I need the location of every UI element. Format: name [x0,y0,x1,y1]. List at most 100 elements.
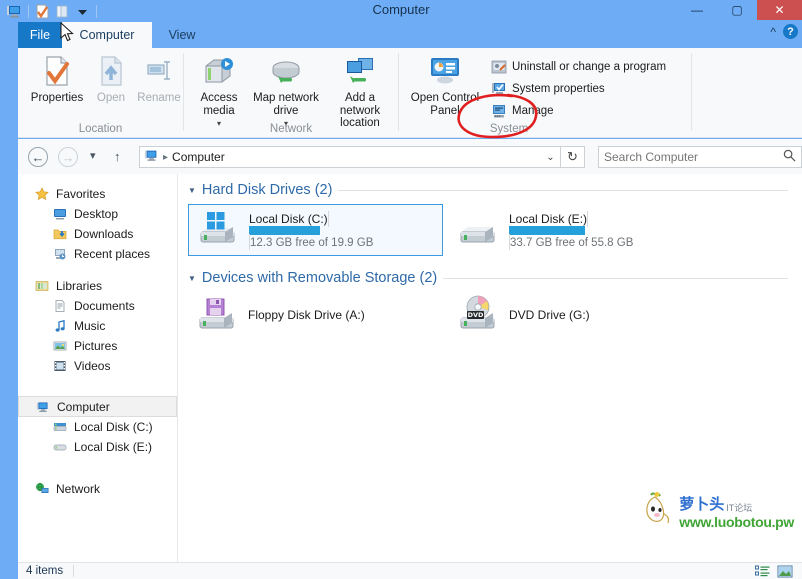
sidebar-item-documents[interactable]: Documents [18,296,177,316]
manage-label: Manage [512,105,554,117]
star-icon [34,186,50,202]
up-button[interactable]: ↑ [114,149,121,164]
sidebar-item-videos[interactable]: Videos [18,356,177,376]
sidebar-item-music[interactable]: Music [18,316,177,336]
sidebar-label: Desktop [74,207,119,221]
map-network-drive-button[interactable]: Map network drive ▾ [250,53,322,131]
help-icon[interactable]: ? [783,24,798,39]
hdd-drive-icon [455,210,501,250]
sidebar-gap-2 [18,376,177,396]
computer-icon [144,148,159,166]
properties-button[interactable]: Properties [26,53,88,105]
sidebar-item-local-disk-e[interactable]: Local Disk (E:) [18,437,177,457]
group-divider-3 [691,53,692,131]
pictures-icon [52,338,68,354]
sidebar-item-network[interactable]: Network [18,479,177,499]
back-button[interactable]: ← [28,147,48,167]
tab-view[interactable]: View [152,22,212,48]
group-header-hard-disk-drives[interactable]: ▼ Hard Disk Drives (2) [188,182,802,198]
sidebar-item-local-disk-c[interactable]: Local Disk (C:) [18,417,177,437]
content-pane[interactable]: ▼ Hard Disk Drives (2) Local Disk (C:) 1… [178,174,802,562]
address-dropdown-button[interactable]: ⌄ [541,146,561,168]
drive-tile-local-disk-c[interactable]: Local Disk (C:) 12.3 GB free of 19.9 GB [188,204,443,256]
search-icon[interactable] [783,149,796,165]
sidebar-label: Recent places [74,247,151,261]
status-separator [73,565,75,577]
ribbon: Properties Open Rename Location Access m… [18,48,802,138]
sidebar-label: Videos [74,359,111,373]
properties-icon [26,53,88,89]
uninstall-program-button[interactable]: Uninstall or change a program [491,58,666,76]
sidebar-label: Music [74,319,106,333]
sidebar-label: Pictures [74,339,118,353]
desktop-icon [52,206,68,222]
sidebar-label: Libraries [56,279,103,293]
sidebar-item-libraries[interactable]: Libraries [18,276,177,296]
sidebar-label: Documents [74,299,135,313]
tab-computer[interactable]: Computer [62,22,152,48]
sidebar-label: Local Disk (E:) [74,440,153,454]
maximize-button[interactable]: ▢ [717,0,757,20]
search-box[interactable] [598,146,802,168]
search-input[interactable] [604,150,774,164]
explorer-body: Favorites Desktop Downloads Recent place… [18,174,802,562]
watermark-title: 萝卜头 [679,496,725,513]
sidebar-item-computer[interactable]: Computer [18,396,177,417]
device-name: Floppy Disk Drive (A:) [248,308,365,322]
address-field[interactable]: ▸ Computer [139,146,559,168]
close-button[interactable]: ✕ [757,0,802,20]
ribbon-group-network-label: Network [269,123,313,135]
rename-button[interactable]: Rename [128,53,190,105]
manage-button[interactable]: Manage [491,102,554,120]
collapse-caret-icon[interactable]: ▼ [188,186,196,195]
windows-drive-icon [195,210,241,250]
drive-tile-local-disk-e[interactable]: Local Disk (E:) 33.7 GB free of 55.8 GB [449,204,704,256]
watermark-subtitle: IT论坛 [726,503,753,513]
status-bar: 4 items [18,562,802,579]
collapse-ribbon-icon[interactable]: ^ [770,25,776,39]
forward-button[interactable]: → [58,147,78,167]
ribbon-right-buttons: ^ ? [770,24,798,39]
drive-free-space: 12.3 GB free of 19.9 GB [250,236,374,249]
group-title: Hard Disk Drives (2) [201,182,333,198]
address-bar: ← → ▾ ↑ ▸ Computer ⌄ ↻ [18,139,802,174]
breadcrumb[interactable]: Computer [172,150,225,164]
videos-icon [52,358,68,374]
device-tile-dvd-drive-g[interactable]: DVD DVD Drive (G:) [449,292,704,338]
manage-icon [491,103,507,119]
add-network-location-button[interactable]: Add a network location [324,53,396,130]
minimize-button[interactable]: — [677,0,717,20]
access-media-button[interactable]: Access media ▾ [188,53,250,131]
navigation-pane[interactable]: Favorites Desktop Downloads Recent place… [18,174,178,562]
history-dropdown-icon[interactable]: ▾ [90,149,96,162]
add-network-location-icon [324,53,396,89]
large-icons-view-icon[interactable] [776,564,794,579]
hdd-icon [52,419,68,435]
control-panel-icon [409,53,481,89]
sidebar-item-pictures[interactable]: Pictures [18,336,177,356]
window-left-border [0,139,18,579]
explorer-window: Computer — ▢ ✕ File Computer View ^ ? Pr… [0,0,802,579]
open-control-panel-label: Open Control Panel [410,92,480,117]
collapse-caret-icon[interactable]: ▼ [188,274,196,283]
svg-text:DVD: DVD [468,311,484,319]
breadcrumb-separator[interactable]: ▸ [163,152,168,163]
watermark: 萝卜头 IT论坛 www.luobotou.pw [640,492,794,530]
system-properties-button[interactable]: System properties [491,80,605,98]
sidebar-item-favorites[interactable]: Favorites [18,184,177,204]
sidebar-item-desktop[interactable]: Desktop [18,204,177,224]
sidebar-label: Network [56,482,101,496]
sidebar-item-recent-places[interactable]: Recent places [18,244,177,264]
open-control-panel-button[interactable]: Open Control Panel [409,53,481,117]
sidebar-item-downloads[interactable]: Downloads [18,224,177,244]
capacity-fill [249,225,321,235]
mascot-icon [646,492,670,524]
refresh-button[interactable]: ↻ [561,146,585,168]
tab-file[interactable]: File [18,22,62,48]
device-tiles: Floppy Disk Drive (A:) DVD DVD Drive (G:… [182,292,802,338]
details-view-icon[interactable] [754,564,772,579]
device-tile-floppy-drive-a[interactable]: Floppy Disk Drive (A:) [188,292,443,338]
map-network-drive-label: Map network drive [253,92,319,117]
group-header-removable-storage[interactable]: ▼ Devices with Removable Storage (2) [188,270,802,286]
